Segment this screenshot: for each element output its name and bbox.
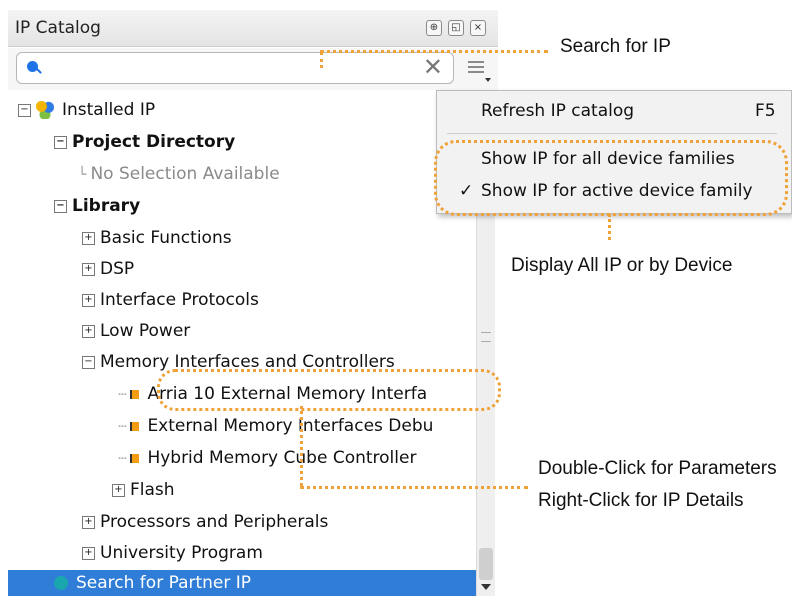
menu-icon[interactable]	[466, 58, 491, 82]
expand-icon[interactable]: +	[82, 262, 95, 276]
tree-label: External Memory Interfaces Debu	[147, 416, 434, 436]
scroll-down-icon[interactable]	[481, 584, 491, 590]
tree-item-category[interactable]: + University Program	[82, 541, 263, 565]
collapse-icon[interactable]: −	[54, 199, 67, 213]
tree-item-ip[interactable]: ┄ External Memory Interfaces Debu	[118, 414, 433, 438]
ip-catalog-icon	[36, 101, 54, 119]
scroll-thumb[interactable]	[479, 548, 493, 580]
tree-item-installed-ip[interactable]: − Installed IP	[18, 98, 155, 122]
search-row: ✕	[8, 48, 498, 90]
ip-flag-icon	[130, 421, 140, 431]
tree-label: Installed IP	[62, 100, 156, 120]
scroll-grip	[481, 332, 491, 342]
expand-icon[interactable]: +	[112, 483, 125, 497]
ip-catalog-panel: IP Catalog ⊕ ◱ × ✕ − Installed IP − Projec…	[0, 0, 500, 596]
float-icon[interactable]: ◱	[448, 20, 464, 36]
tree-item-library[interactable]: − Library	[54, 194, 140, 218]
ip-flag-icon	[130, 453, 140, 463]
callout-connector	[320, 52, 323, 68]
tree-label: Flash	[130, 480, 175, 500]
pin-icon[interactable]: ⊕	[426, 20, 442, 36]
highlight-ip-item	[157, 369, 501, 411]
callout-connector	[320, 50, 548, 53]
tree-label: Low Power	[100, 321, 191, 341]
tree-item-flash[interactable]: + Flash	[112, 478, 175, 502]
ip-tree: − Installed IP − Project Directory └ No Sel…	[8, 92, 478, 596]
expand-icon[interactable]: +	[82, 546, 95, 560]
tree-label: Search for Partner IP	[76, 573, 252, 593]
tree-label: DSP	[100, 259, 135, 279]
tree-item-category[interactable]: + DSP	[82, 257, 134, 281]
collapse-icon[interactable]: −	[54, 135, 67, 149]
search-input[interactable]: ✕	[16, 52, 454, 84]
tree-item-ip[interactable]: ┄ Hybrid Memory Cube Controller	[118, 446, 416, 470]
menu-item-refresh[interactable]: Refresh IP catalog	[481, 99, 634, 123]
search-icon	[27, 61, 38, 72]
tree-label: Interface Protocols	[100, 290, 259, 310]
partner-ip-icon	[54, 576, 68, 590]
expand-icon[interactable]: +	[82, 324, 95, 338]
tree-item-category[interactable]: + Interface Protocols	[82, 288, 259, 312]
collapse-icon[interactable]: −	[18, 103, 31, 117]
callout-connector	[608, 214, 611, 240]
callout-connector	[300, 406, 303, 486]
tree-label: Processors and Peripherals	[100, 512, 329, 532]
callout-double-click: Double-Click for Parameters	[538, 458, 777, 479]
menu-item-label: Refresh IP catalog	[481, 101, 635, 121]
close-icon[interactable]: ×	[470, 20, 486, 36]
expand-icon[interactable]: +	[82, 231, 95, 245]
title-bar: IP Catalog ⊕ ◱ ×	[8, 10, 498, 47]
tree-item-category[interactable]: + Basic Functions	[82, 226, 232, 250]
tree-label: University Program	[100, 543, 263, 563]
collapse-icon[interactable]: −	[82, 355, 95, 369]
tree-item-no-selection: └ No Selection Available	[78, 164, 280, 184]
tree-label: No Selection Available	[90, 164, 280, 184]
callout-connector	[300, 486, 528, 489]
callout-display: Display All IP or by Device	[511, 255, 733, 276]
menu-item-shortcut: F5	[755, 101, 776, 121]
tree-item-partner-ip[interactable]: Search for Partner IP	[8, 570, 476, 596]
tree-label: Basic Functions	[100, 228, 232, 248]
tree-item-project-directory[interactable]: − Project Directory	[54, 130, 235, 154]
menu-separator	[447, 133, 777, 134]
tree-label: Project Directory	[72, 132, 236, 152]
expand-icon[interactable]: +	[82, 515, 95, 529]
ip-flag-icon	[130, 389, 140, 399]
tree-label: Hybrid Memory Cube Controller	[147, 448, 417, 468]
clear-search-icon[interactable]: ✕	[423, 55, 443, 79]
expand-icon[interactable]: +	[82, 293, 95, 307]
highlight-device-options	[434, 140, 788, 216]
callout-search: Search for IP	[560, 36, 671, 57]
callout-right-click: Right-Click for IP Details	[538, 490, 744, 511]
tree-label: Library	[72, 196, 141, 216]
tree-item-category[interactable]: + Processors and Peripherals	[82, 510, 328, 534]
tree-item-category[interactable]: + Low Power	[82, 319, 190, 343]
window-title: IP Catalog	[15, 18, 101, 38]
